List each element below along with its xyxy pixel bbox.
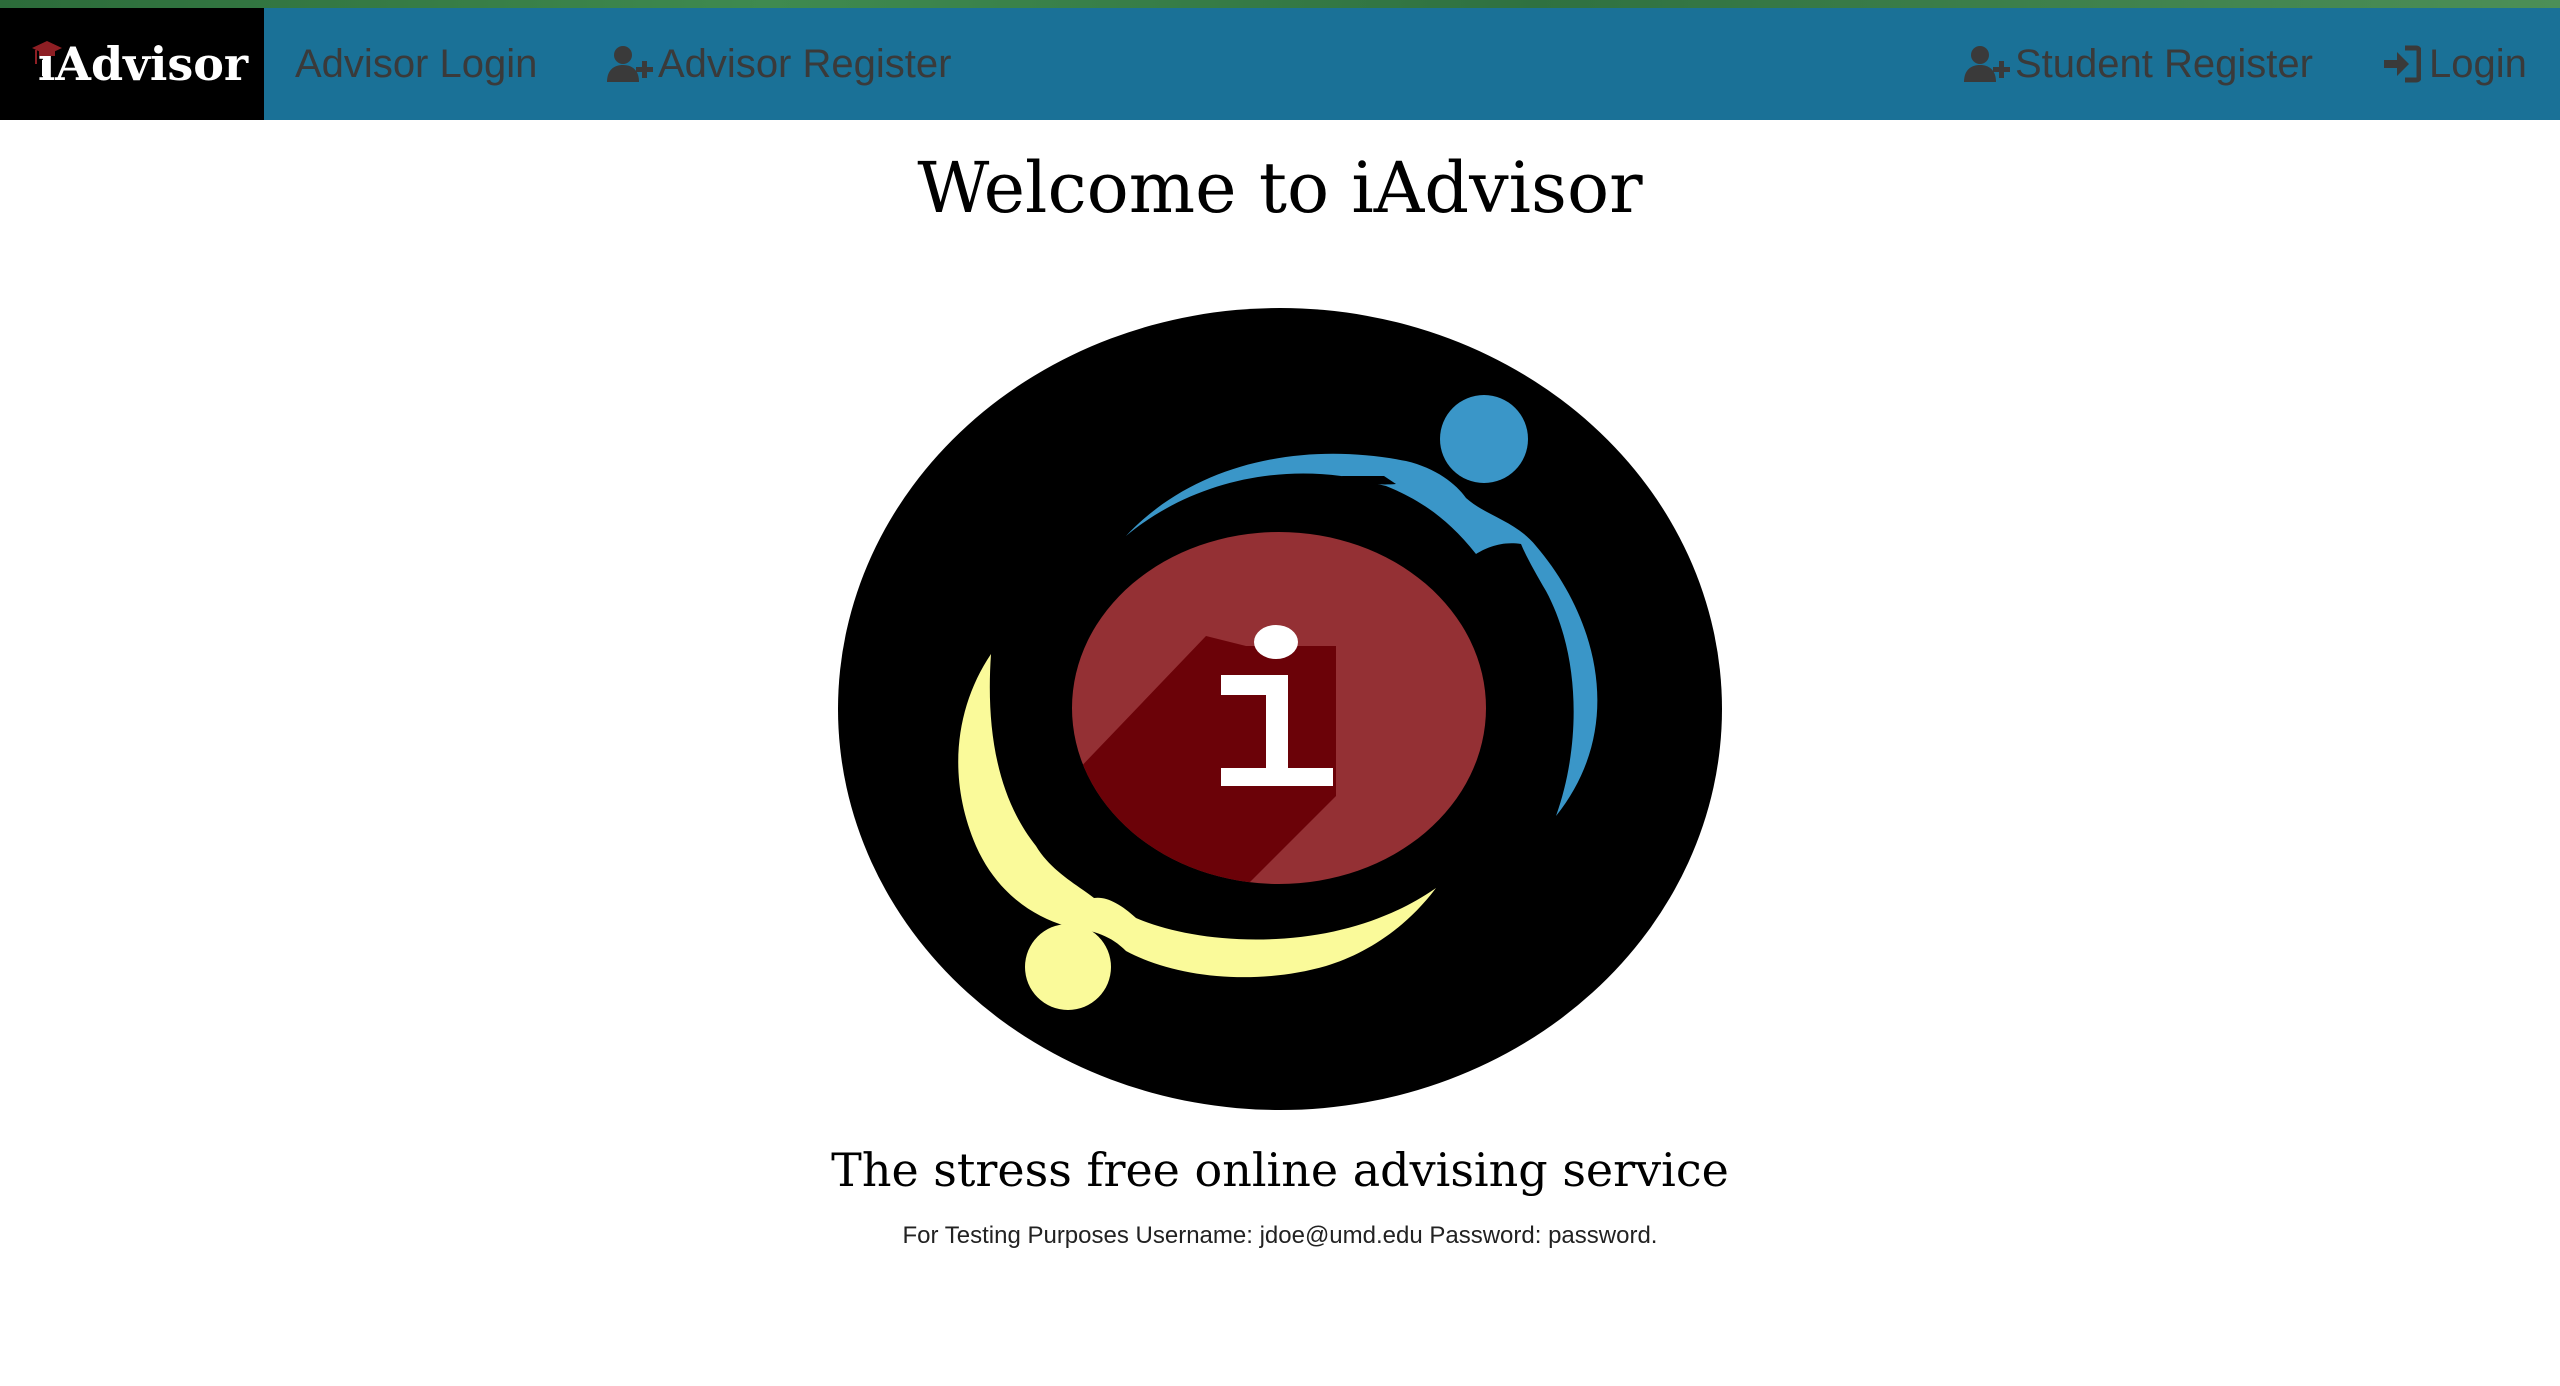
nav-login[interactable]: Login [2383,8,2527,120]
nav-student-register-label: Student Register [2015,41,2313,86]
sign-in-icon [2383,45,2421,83]
user-plus-icon [606,44,656,84]
testing-credentials-note: For Testing Purposes Username: jdoe@umd.… [902,1222,1658,1249]
iadvisor-logo [838,308,1722,1110]
nav-advisor-register-label: Advisor Register [658,41,952,86]
nav-student-register[interactable]: Student Register [1963,8,2313,120]
nav-advisor-login-label: Advisor Login [295,41,538,86]
nav-login-label: Login [2429,41,2527,86]
page-title: Welcome to iAdvisor [917,147,1643,229]
brand-text: iAdvisor [37,37,249,91]
nav-advisor-register[interactable]: Advisor Register [606,8,951,120]
brand-logo-link[interactable]: iAdvisor [0,8,264,120]
user-plus-icon [1963,44,2013,84]
top-decorative-strip [0,0,2560,8]
nav-advisor-login[interactable]: Advisor Login [295,8,537,120]
navbar: iAdvisor Advisor Login Advisor Register … [0,8,2560,120]
graduation-cap-icon [32,41,62,76]
tagline: The stress free online advising service [831,1143,1729,1197]
